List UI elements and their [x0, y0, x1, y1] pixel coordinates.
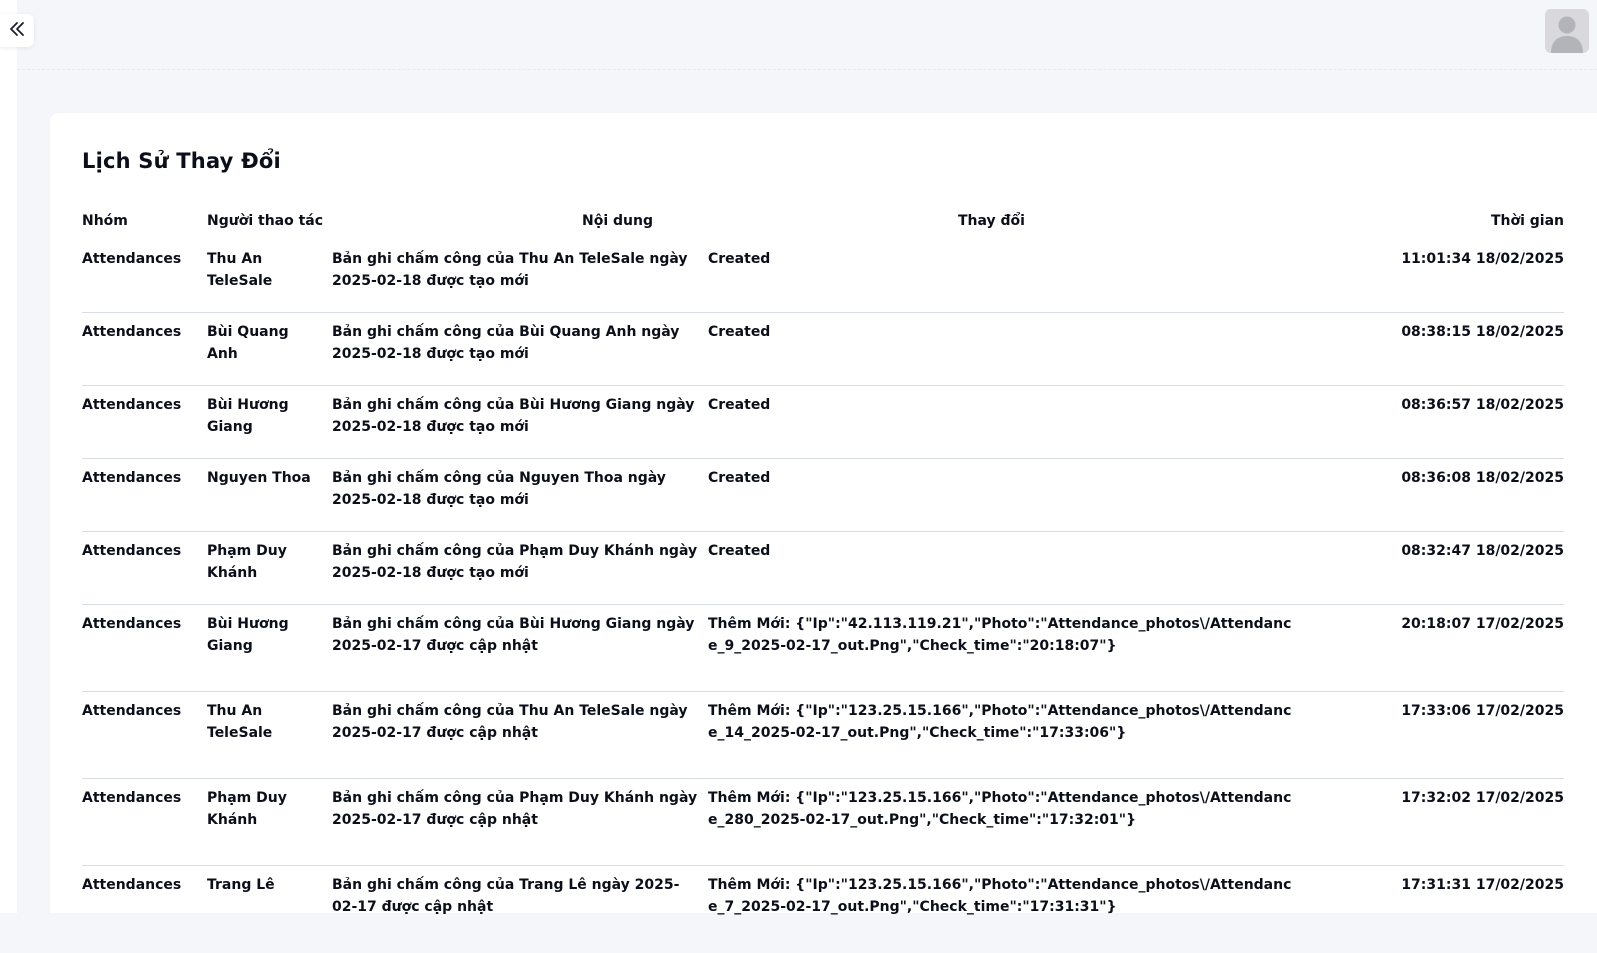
cell-change: Thêm Mới: {"Ip":"42.113.119.21","Photo":…	[708, 616, 1292, 654]
cell-time: 08:32:47 18/02/2025	[1401, 543, 1564, 559]
table-header: Nhóm Người thao tác Nội dung Thay đổi Th…	[82, 203, 1564, 239]
cell-time: 17:33:06 17/02/2025	[1401, 703, 1564, 719]
column-header-content: Nội dung	[582, 213, 653, 229]
column-header-actor: Người thao tác	[207, 213, 324, 229]
table-row: Attendances Thu An TeleSale Bản ghi chấm…	[82, 692, 1564, 779]
cell-content: Bản ghi chấm công của Thu An TeleSale ng…	[332, 251, 688, 289]
table-row: Attendances Phạm Duy Khánh Bản ghi chấm …	[82, 779, 1564, 866]
cell-time: 17:32:02 17/02/2025	[1401, 790, 1564, 806]
table-row: Attendances Phạm Duy Khánh Bản ghi chấm …	[82, 532, 1564, 605]
cell-content: Bản ghi chấm công của Bùi Quang Anh ngày…	[332, 324, 680, 362]
user-avatar[interactable]	[1545, 9, 1589, 53]
cell-group: Attendances	[82, 543, 182, 559]
top-header	[17, 0, 1597, 70]
cell-content: Bản ghi chấm công của Phạm Duy Khánh ngà…	[332, 543, 698, 581]
cell-actor: Nguyen Thoa	[207, 470, 311, 486]
cell-group: Attendances	[82, 397, 182, 413]
cell-change: Created	[708, 543, 771, 559]
column-header-time: Thời gian	[1490, 213, 1564, 229]
double-chevron-left-icon	[8, 20, 26, 42]
cell-actor: Bùi Hương Giang	[207, 397, 289, 435]
cell-content: Bản ghi chấm công của Trang Lê ngày 2025…	[332, 877, 680, 915]
cell-change: Created	[708, 324, 771, 340]
cell-group: Attendances	[82, 616, 182, 632]
collapse-sidebar-button[interactable]	[0, 14, 34, 47]
table-row: Attendances Nguyen Thoa Bản ghi chấm côn…	[82, 459, 1564, 532]
table-row: Attendances Bùi Quang Anh Bản ghi chấm c…	[82, 313, 1564, 386]
history-card: Lịch Sử Thay Đổi Nhóm Người thao tác Nội…	[50, 113, 1597, 915]
cell-group: Attendances	[82, 251, 182, 267]
cell-actor: Phạm Duy Khánh	[207, 543, 287, 581]
table-row: Attendances Bùi Hương Giang Bản ghi chấm…	[82, 605, 1564, 692]
table-row: Attendances Bùi Hương Giang Bản ghi chấm…	[82, 386, 1564, 459]
table-row: Attendances Trang Lê Bản ghi chấm công c…	[82, 866, 1564, 953]
cell-actor: Bùi Quang Anh	[207, 324, 289, 362]
cell-change: Thêm Mới: {"Ip":"123.25.15.166","Photo":…	[708, 877, 1292, 915]
cell-actor: Bùi Hương Giang	[207, 616, 289, 654]
cell-change: Created	[708, 397, 771, 413]
cell-actor: Trang Lê	[207, 877, 275, 893]
cell-content: Bản ghi chấm công của Bùi Hương Giang ng…	[332, 616, 695, 654]
cell-time: 11:01:34 18/02/2025	[1401, 251, 1564, 267]
cell-change: Thêm Mới: {"Ip":"123.25.15.166","Photo":…	[708, 790, 1292, 828]
sidebar-rail	[0, 0, 17, 913]
cell-time: 20:18:07 17/02/2025	[1401, 616, 1564, 632]
history-table: Nhóm Người thao tác Nội dung Thay đổi Th…	[82, 203, 1564, 953]
cell-group: Attendances	[82, 790, 182, 806]
cell-time: 08:38:15 18/02/2025	[1401, 324, 1564, 340]
cell-content: Bản ghi chấm công của Phạm Duy Khánh ngà…	[332, 790, 698, 828]
cell-group: Attendances	[82, 703, 182, 719]
cell-group: Attendances	[82, 470, 182, 486]
cell-content: Bản ghi chấm công của Nguyen Thoa ngày 2…	[332, 470, 666, 508]
cell-time: 08:36:57 18/02/2025	[1401, 397, 1564, 413]
cell-actor: Thu An TeleSale	[207, 703, 273, 741]
user-avatar-icon	[1545, 9, 1589, 53]
cell-time: 17:31:31 17/02/2025	[1401, 877, 1564, 893]
table-row: Attendances Thu An TeleSale Bản ghi chấm…	[82, 240, 1564, 313]
table-body: Attendances Thu An TeleSale Bản ghi chấm…	[82, 240, 1564, 953]
cell-time: 08:36:08 18/02/2025	[1401, 470, 1564, 486]
cell-change: Thêm Mới: {"Ip":"123.25.15.166","Photo":…	[708, 703, 1292, 741]
cell-actor: Phạm Duy Khánh	[207, 790, 287, 828]
cell-change: Created	[708, 251, 771, 267]
cell-group: Attendances	[82, 877, 182, 893]
cell-change: Created	[708, 470, 771, 486]
cell-group: Attendances	[82, 324, 182, 340]
cell-content: Bản ghi chấm công của Bùi Hương Giang ng…	[332, 397, 695, 435]
column-header-change: Thay đổi	[958, 213, 1025, 229]
page-title: Lịch Sử Thay Đổi	[82, 149, 281, 173]
cell-actor: Thu An TeleSale	[207, 251, 273, 289]
column-header-group: Nhóm	[82, 213, 128, 229]
cell-content: Bản ghi chấm công của Thu An TeleSale ng…	[332, 703, 688, 741]
